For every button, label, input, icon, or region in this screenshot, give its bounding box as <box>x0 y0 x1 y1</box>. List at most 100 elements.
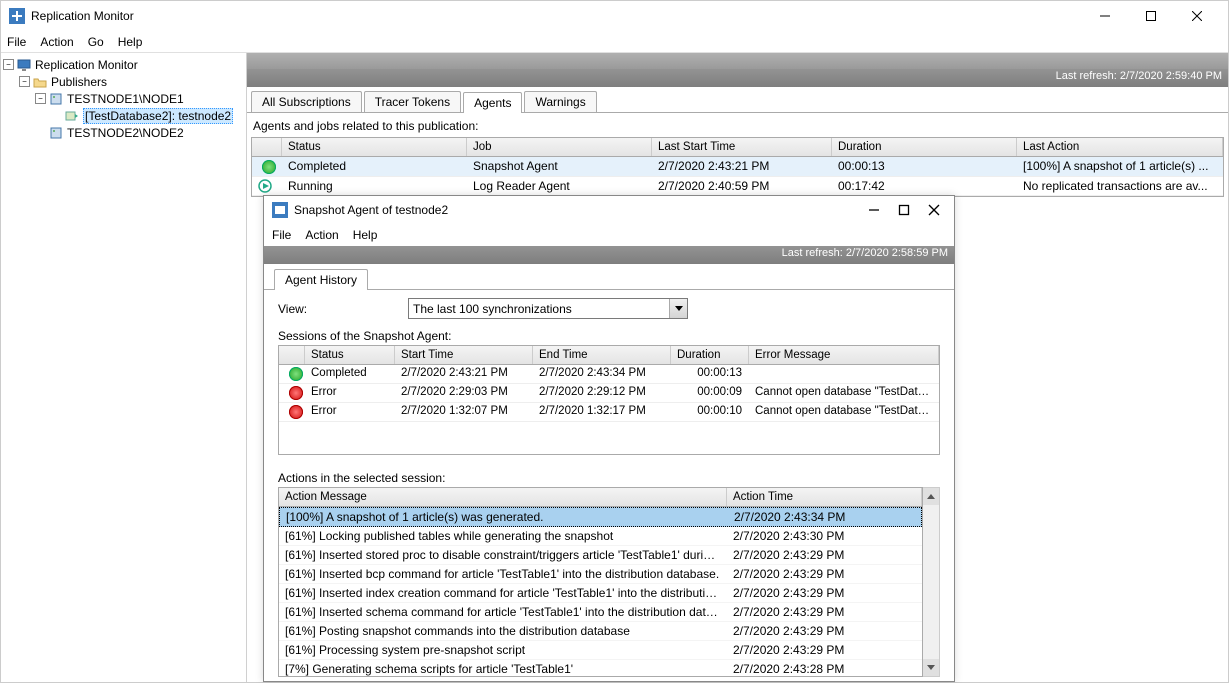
scrollbar[interactable] <box>923 487 940 677</box>
menu-action[interactable]: Action <box>40 35 73 49</box>
cell-error: Cannot open database "TestData... <box>749 384 939 402</box>
col-duration[interactable]: Duration <box>671 346 749 364</box>
col-duration[interactable]: Duration <box>832 138 1017 156</box>
minimize-button[interactable] <box>1082 3 1128 29</box>
cell-action-message: [61%] Locking published tables while gen… <box>279 527 727 545</box>
maximize-button[interactable] <box>1128 3 1174 29</box>
action-row[interactable]: [61%] Locking published tables while gen… <box>279 527 922 546</box>
cell-status: Error <box>305 403 395 421</box>
menu-action[interactable]: Action <box>305 228 338 242</box>
col-status[interactable]: Status <box>305 346 395 364</box>
expander-icon[interactable]: − <box>19 76 30 87</box>
cell-error <box>749 365 939 383</box>
status-icon <box>279 384 305 402</box>
tree-node1[interactable]: − TESTNODE1\NODE1 <box>3 90 244 107</box>
tab-all-subscriptions[interactable]: All Subscriptions <box>251 91 362 112</box>
col-action-time[interactable]: Action Time <box>727 488 922 506</box>
tree-publishers[interactable]: − Publishers <box>3 73 244 90</box>
view-combo[interactable]: The last 100 synchronizations <box>408 298 688 319</box>
tab-tracer-tokens[interactable]: Tracer Tokens <box>364 91 461 112</box>
menu-file[interactable]: File <box>272 228 291 242</box>
col-last-start[interactable]: Last Start Time <box>652 138 832 156</box>
sub-refresh-bar: Last refresh: 2/7/2020 2:58:59 PM <box>264 246 954 264</box>
action-row[interactable]: [61%] Inserted schema command for articl… <box>279 603 922 622</box>
publication-icon <box>64 108 80 124</box>
action-row[interactable]: [61%] Inserted bcp command for article '… <box>279 565 922 584</box>
titlebar: Replication Monitor <box>1 1 1228 31</box>
app-icon <box>272 202 288 218</box>
agents-row[interactable]: CompletedSnapshot Agent2/7/2020 2:43:21 … <box>252 157 1223 177</box>
tree-root[interactable]: − Replication Monitor <box>3 56 244 73</box>
actions-wrapper: Action Message Action Time [100%] A snap… <box>278 487 940 677</box>
cell-duration: 00:00:09 <box>671 384 749 402</box>
action-row[interactable]: [61%] Inserted stored proc to disable co… <box>279 546 922 565</box>
scroll-down-icon[interactable] <box>923 659 939 676</box>
refresh-bar: Last refresh: 2/7/2020 2:59:40 PM <box>247 69 1228 87</box>
status-icon <box>252 157 282 176</box>
gray-strip <box>247 53 1228 69</box>
tab-agent-history[interactable]: Agent History <box>274 269 368 290</box>
session-row[interactable]: Completed2/7/2020 2:43:21 PM2/7/2020 2:4… <box>279 365 939 384</box>
expander-icon[interactable]: − <box>35 93 46 104</box>
col-error-message[interactable]: Error Message <box>749 346 939 364</box>
cell-start: 2/7/2020 2:43:21 PM <box>652 157 832 176</box>
col-job[interactable]: Job <box>467 138 652 156</box>
cell-duration: 00:00:13 <box>832 157 1017 176</box>
col-status[interactable]: Status <box>282 138 467 156</box>
sessions-grid: Status Start Time End Time Duration Erro… <box>278 345 940 455</box>
tree-node2[interactable]: TESTNODE2\NODE2 <box>3 124 244 141</box>
sub-window-title: Snapshot Agent of testnode2 <box>294 203 868 217</box>
tree-publication[interactable]: [TestDatabase2]: testnode2 <box>3 107 244 124</box>
maximize-button[interactable] <box>898 204 910 216</box>
col-last-action[interactable]: Last Action <box>1017 138 1223 156</box>
cell-action-time: 2/7/2020 2:43:34 PM <box>728 508 921 526</box>
action-row[interactable]: [100%] A snapshot of 1 article(s) was ge… <box>279 507 922 527</box>
agents-grid-header: Status Job Last Start Time Duration Last… <box>252 138 1223 157</box>
cell-action-time: 2/7/2020 2:43:29 PM <box>727 603 922 621</box>
cell-status: Completed <box>305 365 395 383</box>
menu-help[interactable]: Help <box>353 228 378 242</box>
action-row[interactable]: [61%] Inserted index creation command fo… <box>279 584 922 603</box>
cell-end: 2/7/2020 2:43:34 PM <box>533 365 671 383</box>
scroll-track[interactable] <box>923 505 939 659</box>
cell-action-time: 2/7/2020 2:43:29 PM <box>727 546 922 564</box>
expander-icon[interactable]: − <box>3 59 14 70</box>
cell-error: Cannot open database "TestData... <box>749 403 939 421</box>
action-row[interactable]: [61%] Posting snapshot commands into the… <box>279 622 922 641</box>
publication-description: Agents and jobs related to this publicat… <box>247 113 1228 135</box>
view-label: View: <box>278 302 368 316</box>
server-icon <box>48 91 64 107</box>
agents-row[interactable]: RunningLog Reader Agent2/7/2020 2:40:59 … <box>252 177 1223 196</box>
scroll-up-icon[interactable] <box>923 488 939 505</box>
menu-help[interactable]: Help <box>118 35 143 49</box>
close-button[interactable] <box>1174 3 1220 29</box>
snapshot-agent-window: Snapshot Agent of testnode2 File Action … <box>263 195 955 682</box>
col-start-time[interactable]: Start Time <box>395 346 533 364</box>
cell-action-time: 2/7/2020 2:43:29 PM <box>727 584 922 602</box>
session-row[interactable]: Error2/7/2020 2:29:03 PM2/7/2020 2:29:12… <box>279 384 939 403</box>
action-row[interactable]: [7%] Generating schema scripts for artic… <box>279 660 922 677</box>
replication-monitor-window: Replication Monitor File Action Go Help … <box>0 0 1229 683</box>
menu-go[interactable]: Go <box>88 35 104 49</box>
close-button[interactable] <box>928 204 940 216</box>
col-end-time[interactable]: End Time <box>533 346 671 364</box>
menu-file[interactable]: File <box>7 35 26 49</box>
cell-action-message: [100%] A snapshot of 1 article(s) was ge… <box>280 508 728 526</box>
tab-warnings[interactable]: Warnings <box>524 91 596 112</box>
col-action-message[interactable]: Action Message <box>279 488 727 506</box>
chevron-down-icon[interactable] <box>669 299 687 318</box>
minimize-button[interactable] <box>868 204 880 216</box>
actions-grid: Action Message Action Time [100%] A snap… <box>278 487 923 677</box>
session-row[interactable]: Error2/7/2020 1:32:07 PM2/7/2020 1:32:17… <box>279 403 939 422</box>
cell-last-action: [100%] A snapshot of 1 article(s) ... <box>1017 157 1223 176</box>
cell-action-time: 2/7/2020 2:43:29 PM <box>727 565 922 583</box>
cell-action-message: [61%] Inserted bcp command for article '… <box>279 565 727 583</box>
tab-agents[interactable]: Agents <box>463 92 522 113</box>
cell-status: Completed <box>282 157 467 176</box>
cell-action-message: [7%] Generating schema scripts for artic… <box>279 660 727 677</box>
action-row[interactable]: [61%] Processing system pre-snapshot scr… <box>279 641 922 660</box>
cell-action-time: 2/7/2020 2:43:30 PM <box>727 527 922 545</box>
cell-end: 2/7/2020 1:32:17 PM <box>533 403 671 421</box>
cell-status: Error <box>305 384 395 402</box>
cell-job: Snapshot Agent <box>467 157 652 176</box>
